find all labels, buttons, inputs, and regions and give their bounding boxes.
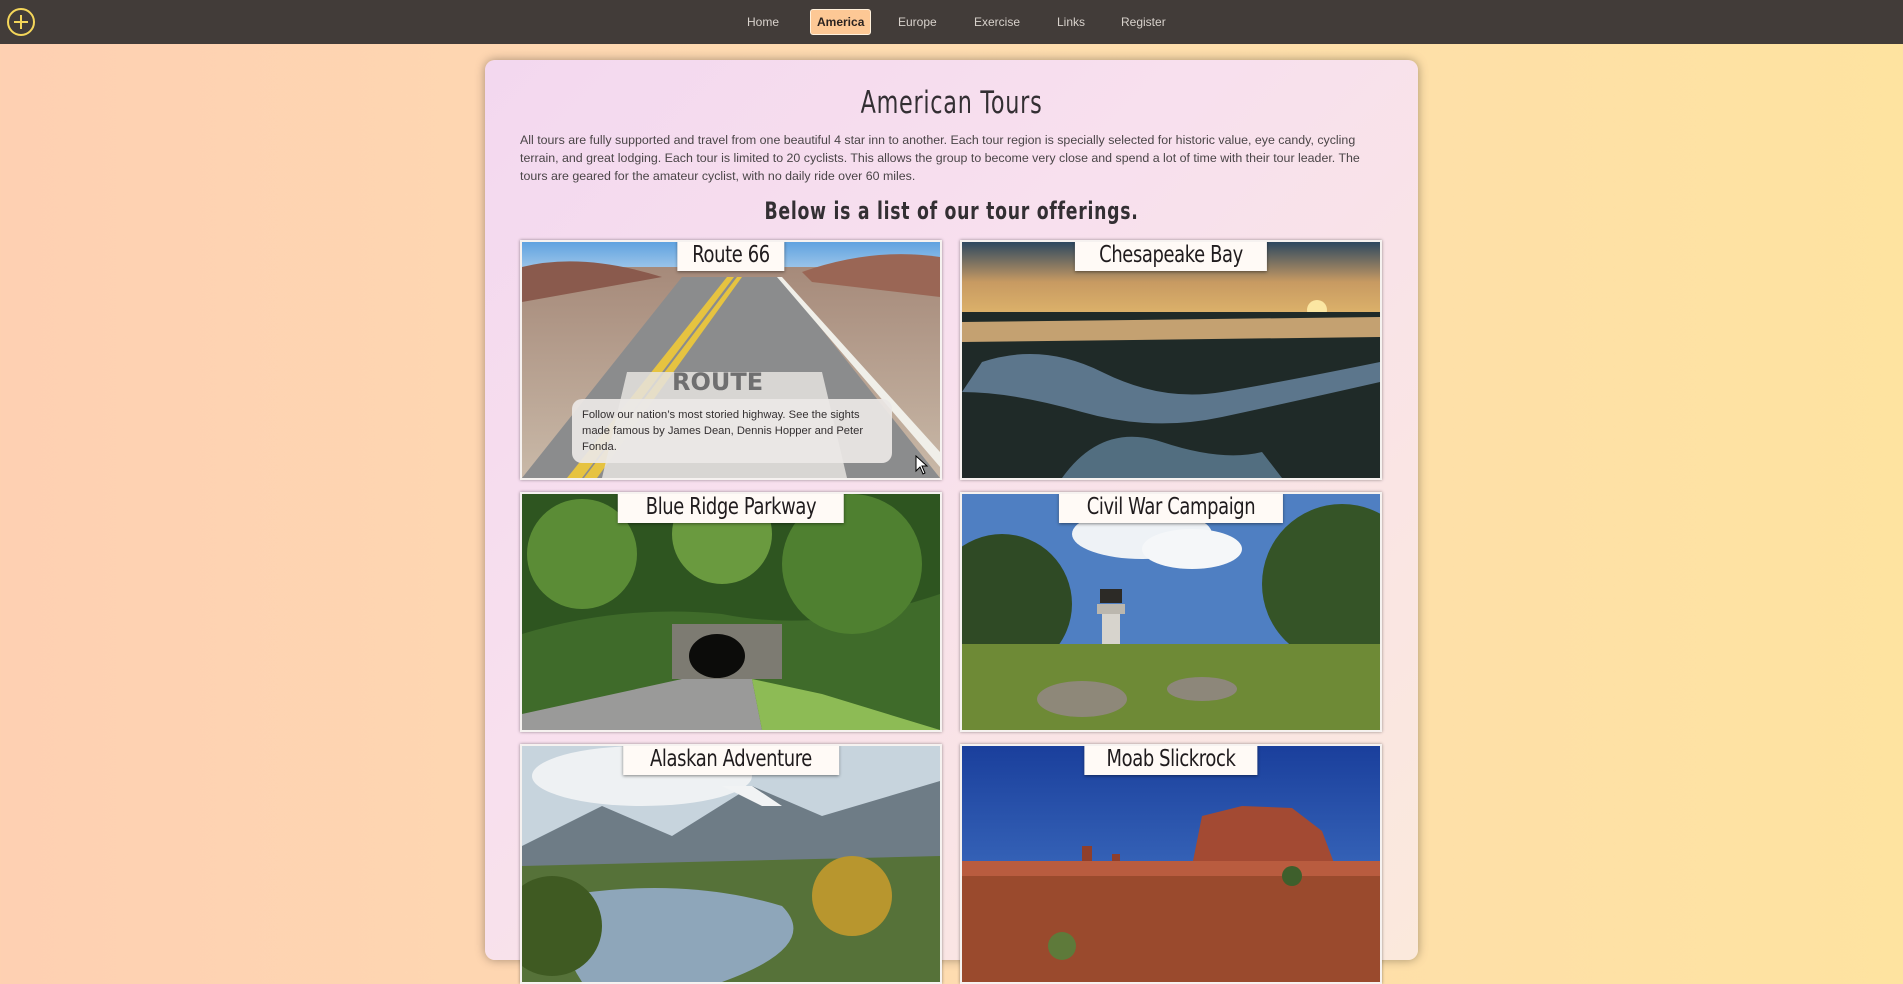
blue-ridge-parkway-image (522, 494, 940, 730)
tour-tile-chesapeake-bay[interactable]: Chesapeake Bay (960, 240, 1382, 480)
svg-text:ROUTE: ROUTE (672, 368, 763, 396)
nav-home[interactable]: Home (741, 9, 785, 35)
tour-label: Blue Ridge Parkway (617, 494, 845, 523)
tour-label: Alaskan Adventure (623, 746, 839, 775)
tour-label: Route 66 (677, 242, 785, 271)
nav-links[interactable]: Links (1051, 9, 1091, 35)
tour-label: Chesapeake Bay (1074, 242, 1268, 271)
tour-label: Civil War Campaign (1058, 494, 1284, 523)
civil-war-campaign-image (962, 494, 1380, 730)
tour-tile-civil-war-campaign[interactable]: Civil War Campaign (960, 492, 1382, 732)
tour-tile-blue-ridge-parkway[interactable]: Blue Ridge Parkway (520, 492, 942, 732)
nav-europe[interactable]: Europe (892, 9, 943, 35)
moab-slickrock-image (962, 746, 1380, 982)
tour-label: Moab Slickrock (1084, 746, 1258, 775)
tour-tile-alaskan-adventure[interactable]: Alaskan Adventure (520, 744, 942, 984)
chesapeake-bay-image (962, 242, 1380, 478)
tour-description-tooltip: Follow our nation’s most storied highway… (572, 399, 892, 463)
nav-america[interactable]: America (810, 9, 872, 35)
page-title: American Tours (860, 85, 1043, 121)
tour-tile-moab-slickrock[interactable]: Moab Slickrock (960, 744, 1382, 984)
top-navigation-bar: Home America Europe Exercise Links Regis… (0, 0, 1903, 44)
nav-exercise[interactable]: Exercise (968, 9, 1026, 35)
alaskan-adventure-image (522, 746, 940, 982)
section-subtitle: Below is a list of our tour offerings. (764, 197, 1139, 225)
content-card: American Tours All tours are fully suppo… (485, 60, 1418, 984)
intro-text: All tours are fully supported and travel… (520, 133, 1360, 183)
tour-tile-route-66[interactable]: ROUTE Route 66 Follow our nation’s most … (520, 240, 942, 480)
mouse-pointer-icon (915, 455, 929, 475)
nav-register[interactable]: Register (1115, 9, 1172, 35)
add-circle-icon[interactable] (7, 8, 35, 36)
